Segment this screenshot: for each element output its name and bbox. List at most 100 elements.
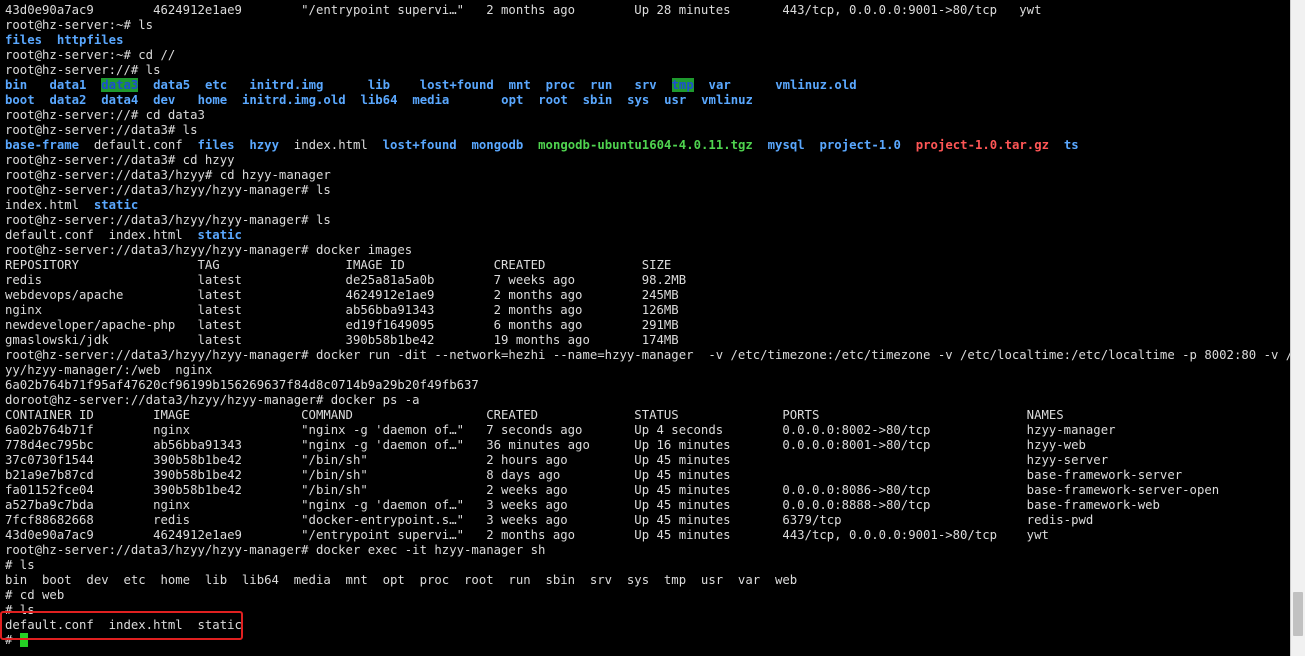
terminal-text: 778d4ec795bc ab56bba91343 "nginx -g 'dae… (5, 438, 1086, 452)
terminal-output[interactable]: 43d0e90a7ac9 4624912e1ae9 "/entrypoint s… (5, 3, 1290, 653)
file-entry: srv (634, 78, 657, 92)
terminal-line: root@hz-server://data3/hzyy# cd hzyy-man… (5, 168, 1290, 183)
file-entry: lib (367, 78, 391, 92)
file-entry: sbin (582, 93, 613, 107)
file-entry: opt (501, 93, 524, 107)
terminal-line: root@hz-server://data3/hzyy/hzyy-manager… (5, 183, 1290, 198)
terminal-line: yy/hzyy-manager/:/web nginx (5, 363, 1290, 378)
terminal-line: base-frame default.conf files hzyy index… (5, 138, 1290, 153)
terminal-line: boot data2 data4 dev home initrd.img.old… (5, 93, 1290, 108)
file-entry: mysql (767, 138, 805, 152)
file-entry: vmlinuz.old (775, 78, 857, 92)
terminal-text: default.conf (79, 138, 198, 152)
terminal-line: root@hz-server://data3/hzyy/hzyy-manager… (5, 243, 1290, 258)
terminal-text: yy/hzyy-manager/:/web nginx (5, 363, 213, 377)
file-entry: lost+found (419, 78, 494, 92)
terminal-text: 6a02b764b71f nginx "nginx -g 'daemon of…… (5, 423, 1116, 437)
terminal-line: REPOSITORY TAG IMAGE ID CREATED SIZE (5, 258, 1290, 273)
file-entry: dev (153, 93, 176, 107)
terminal-line: redis latest de25a81a5a0b 7 weeks ago 98… (5, 273, 1290, 288)
terminal-text: root@hz-server://data3/hzyy/hzyy-manager… (5, 543, 546, 557)
file-entry: data2 (49, 93, 87, 107)
file-entry: etc (204, 78, 228, 92)
terminal-line: root@hz-server://data3# cd hzyy (5, 153, 1290, 168)
file-entry: proc (545, 78, 576, 92)
terminal-text: index.html (5, 198, 94, 212)
file-entry: data4 (101, 93, 139, 107)
file-entry: root (538, 93, 568, 107)
terminal-line: root@hz-server://data3/hzyy/hzyy-manager… (5, 543, 1290, 558)
file-entry: mnt (508, 78, 531, 92)
vertical-scrollbar[interactable] (1290, 0, 1305, 656)
highlight-annotation-box (0, 611, 243, 640)
terminal-text: doroot@hz-server://data3/hzyy/hzyy-manag… (5, 393, 420, 407)
terminal-line: root@hz-server://# cd data3 (5, 108, 1290, 123)
terminal-line: 6a02b764b71f95af47620cf96199b156269637f8… (5, 378, 1290, 393)
file-entry: run (590, 78, 613, 92)
terminal-line: index.html static (5, 198, 1290, 213)
terminal-text: # cd web (5, 588, 65, 602)
terminal-line: 7fcf88682668 redis "docker-entrypoint.s…… (5, 513, 1290, 528)
file-entry: lib64 (360, 93, 398, 107)
terminal-line: files httpfiles (5, 33, 1290, 48)
terminal-text: root@hz-server://data3/hzyy# cd hzyy-man… (5, 168, 331, 182)
terminal-line: root@hz-server://# ls (5, 63, 1290, 78)
terminal-line: 43d0e90a7ac9 4624912e1ae9 "/entrypoint s… (5, 3, 1290, 18)
terminal-text: root@hz-server://data3/hzyy/hzyy-manager… (5, 243, 413, 257)
terminal-text: newdeveloper/apache-php latest ed19f1649… (5, 318, 679, 332)
terminal-text: webdevops/apache latest 4624912e1ae9 2 m… (5, 288, 679, 302)
terminal-text: REPOSITORY TAG IMAGE ID CREATED SIZE (5, 258, 672, 272)
file-entry: mongodb-ubuntu1604-4.0.11.tgz (538, 138, 753, 152)
terminal-line: default.conf index.html static (5, 228, 1290, 243)
terminal-text: default.conf index.html (5, 228, 198, 242)
file-entry: home (197, 93, 228, 107)
terminal-text: root@hz-server://data3# ls (5, 123, 198, 137)
terminal-line: bin boot dev etc home lib lib64 media mn… (5, 573, 1290, 588)
file-entry: project-1.0.tar.gz (915, 138, 1050, 152)
terminal-line: b21a9e7b87cd 390b58b1be42 "/bin/sh" 8 da… (5, 468, 1290, 483)
terminal-text: root@hz-server://# cd data3 (5, 108, 205, 122)
terminal-line: root@hz-server:~# ls (5, 18, 1290, 33)
file-entry: httpfiles (56, 33, 124, 47)
terminal-line: bin data1 data3 data5 etc initrd.img lib… (5, 78, 1290, 93)
file-entry: vmlinuz (701, 93, 753, 107)
terminal-text: root@hz-server://data3# cd hzyy (5, 153, 235, 167)
terminal-line: a527ba9c7bda nginx "nginx -g 'daemon of…… (5, 498, 1290, 513)
terminal-line: root@hz-server://data3# ls (5, 123, 1290, 138)
terminal-text: gmaslowski/jdk latest 390b58b1be42 19 mo… (5, 333, 679, 347)
terminal-text: root@hz-server:~# cd // (5, 48, 176, 62)
file-entry: hzyy (249, 138, 279, 152)
file-entry: lost+found (382, 138, 457, 152)
terminal-text: root@hz-server://data3/hzyy/hzyy-manager… (5, 213, 331, 227)
terminal-line: root@hz-server://data3/hzyy/hzyy-manager… (5, 348, 1290, 363)
terminal-text: 43d0e90a7ac9 4624912e1ae9 "/entrypoint s… (5, 3, 1042, 17)
terminal-text: root@hz-server:~# ls (5, 18, 154, 32)
file-entry: boot (5, 93, 35, 107)
terminal-text: fa01152fce04 390b58b1be42 "/bin/sh" 2 we… (5, 483, 1220, 497)
terminal-line: # cd web (5, 588, 1290, 603)
file-entry: data5 (153, 78, 191, 92)
terminal-text: # ls (5, 558, 35, 572)
scrollbar-thumb[interactable] (1293, 592, 1303, 636)
